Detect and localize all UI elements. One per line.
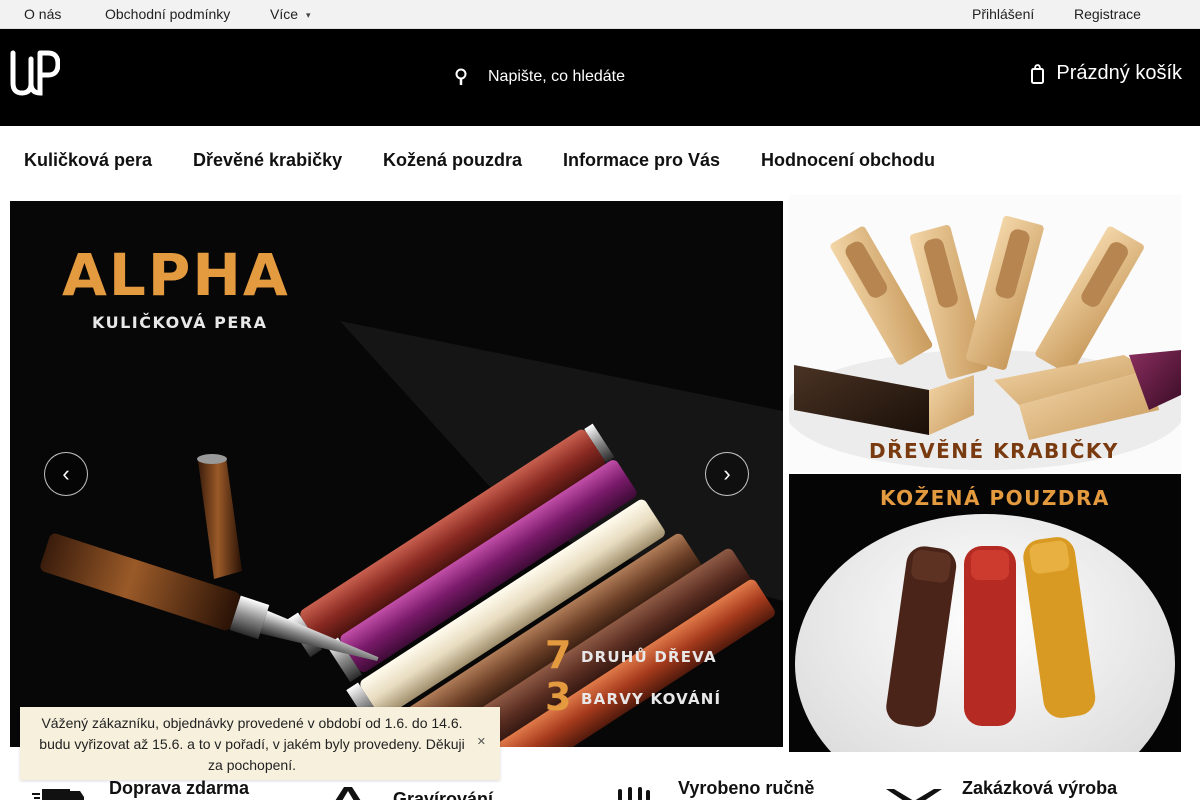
topbar-link-more-label: Více bbox=[270, 6, 299, 22]
cart-icon bbox=[1031, 63, 1045, 84]
site-header: Napište, co hledáte Prázdný košík bbox=[0, 29, 1200, 126]
search-field[interactable]: Napište, co hledáte bbox=[455, 65, 625, 89]
hands-icon bbox=[618, 787, 650, 800]
truck-icon bbox=[32, 789, 84, 800]
wooden-boxes-image bbox=[789, 215, 1181, 470]
banner-leather-cases[interactable]: KOŽENÁ POUZDRA bbox=[789, 474, 1181, 752]
banner-wooden-boxes[interactable]: DŘEVĚNÉ KRABIČKY bbox=[789, 195, 1181, 472]
nav-item-info[interactable]: Informace pro Vás bbox=[563, 150, 720, 171]
nav-item-leather-cases[interactable]: Kožená pouzdra bbox=[383, 150, 522, 171]
chevron-left-icon: ‹ bbox=[62, 461, 70, 486]
engraving-icon bbox=[335, 787, 361, 800]
topbar-link-terms[interactable]: Obchodní podmínky bbox=[105, 0, 230, 29]
main-navigation: Kuličková pera Dřevěné krabičky Kožená p… bbox=[0, 126, 1200, 195]
carousel-prev-button[interactable]: ‹ bbox=[44, 452, 88, 496]
register-link[interactable]: Registrace bbox=[1074, 0, 1141, 29]
benefit-title: Zakázková výroba bbox=[962, 778, 1118, 798]
cart-label: Prázdný košík bbox=[1056, 62, 1182, 84]
top-utility-bar: O nás Obchodní podmínky Více ▾ Přihlášení… bbox=[0, 0, 1200, 29]
leather-cases-image bbox=[789, 474, 1181, 752]
banner-caption: KOŽENÁ POUZDRA bbox=[880, 486, 1110, 510]
close-icon[interactable]: ✕ bbox=[477, 735, 486, 748]
nav-item-reviews[interactable]: Hodnocení obchodu bbox=[761, 150, 935, 171]
login-link[interactable]: Přihlášení bbox=[972, 0, 1034, 29]
benefit-title: Doprava zdarma bbox=[109, 778, 250, 798]
hero-stat-label: DRUHŮ DŘEVA bbox=[581, 648, 717, 666]
benefit-title: Vyrobeno ručně bbox=[678, 778, 815, 798]
hero-stat-number: 3 bbox=[545, 675, 572, 719]
hero-carousel[interactable]: ALPHA KULIČKOVÁ PERA 7 DRUHŮ DŘEVA 3 BAR… bbox=[10, 201, 783, 747]
carousel-next-button[interactable]: › bbox=[705, 452, 749, 496]
banner-caption: DŘEVĚNÉ KRABIČKY bbox=[869, 439, 1119, 463]
search-icon[interactable] bbox=[455, 68, 468, 86]
topbar-link-about[interactable]: O nás bbox=[24, 0, 61, 29]
hero-stat-label: BARVY KOVÁNÍ bbox=[581, 690, 722, 708]
order-notice: Vážený zákazníku, objednávky provedené v… bbox=[20, 707, 500, 780]
hero-title: ALPHA bbox=[62, 241, 290, 309]
wp-logo[interactable] bbox=[10, 49, 60, 99]
chevron-down-icon: ▾ bbox=[306, 10, 311, 20]
hero-stat-number: 7 bbox=[545, 633, 572, 677]
cart-button[interactable]: Prázdný košík bbox=[1031, 62, 1182, 85]
nav-item-pens[interactable]: Kuličková pera bbox=[24, 150, 152, 171]
topbar-link-more[interactable]: Více ▾ bbox=[270, 0, 311, 29]
tools-icon bbox=[886, 789, 942, 800]
hero-subtitle: KULIČKOVÁ PERA bbox=[92, 313, 268, 332]
benefit-title: Gravírování bbox=[393, 789, 494, 800]
search-placeholder: Napište, co hledáte bbox=[488, 68, 625, 85]
notice-text: Vážený zákazníku, objednávky provedené v… bbox=[39, 715, 465, 773]
chevron-right-icon: › bbox=[723, 461, 731, 486]
nav-item-wooden-boxes[interactable]: Dřevěné krabičky bbox=[193, 150, 342, 171]
